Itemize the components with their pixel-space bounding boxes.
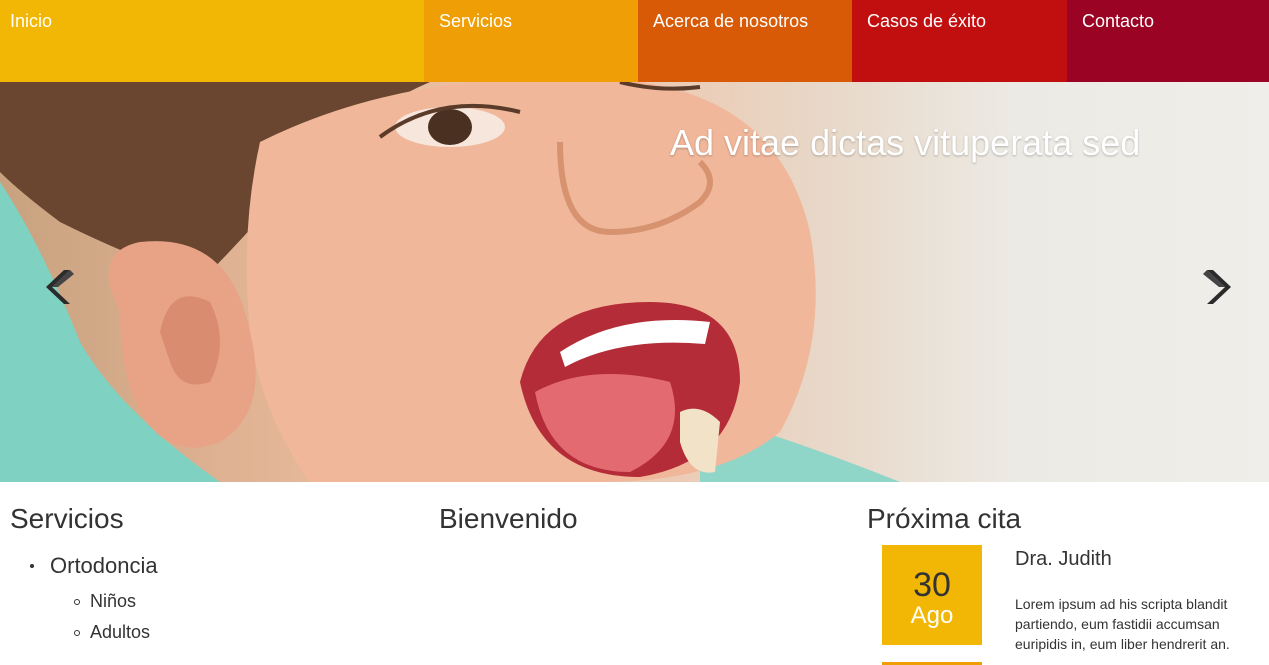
bullet (30, 564, 34, 568)
bullet (74, 629, 80, 636)
main-nav: Inicio Servicios Acerca de nosotros Caso… (0, 0, 1269, 82)
nav-item-acerca[interactable]: Acerca de nosotros (638, 0, 852, 82)
appointment-description: Lorem ipsum ad his scripta blandit parti… (1015, 596, 1230, 652)
nav-item-contacto[interactable]: Contacto (1067, 0, 1269, 82)
list-item-label: Ortodoncia (50, 553, 158, 578)
hero-carousel: Ad vitae dictas vituperata sed (0, 82, 1269, 482)
hero-caption: Ad vitae dictas vituperata sed (670, 122, 1141, 163)
nav-item-casos[interactable]: Casos de éxito (852, 0, 1067, 82)
services-title: Servicios (10, 503, 124, 534)
list-item-label: Niños (90, 591, 137, 611)
appointment-day: 30 (913, 566, 951, 604)
chevron-right-icon[interactable] (1203, 268, 1233, 306)
bullet (74, 598, 80, 605)
list-item-adultos[interactable]: Adultos (74, 622, 150, 643)
appointment-month: Ago (910, 602, 954, 629)
appointment-doctor: Dra. Judith (1015, 548, 1112, 570)
appointment-date-badge: 30 Ago (882, 545, 982, 645)
chevron-left-icon[interactable] (44, 268, 74, 306)
list-item-ortodoncia[interactable]: Ortodoncia (30, 553, 158, 579)
list-item-label: Adultos (90, 622, 151, 642)
appointment-title: Próxima cita (867, 503, 1022, 534)
welcome-title: Bienvenido (439, 503, 578, 534)
nav-item-servicios[interactable]: Servicios (424, 0, 638, 82)
list-item-ninos[interactable]: Niños (74, 591, 136, 612)
nav-item-inicio[interactable]: Inicio (0, 0, 424, 82)
